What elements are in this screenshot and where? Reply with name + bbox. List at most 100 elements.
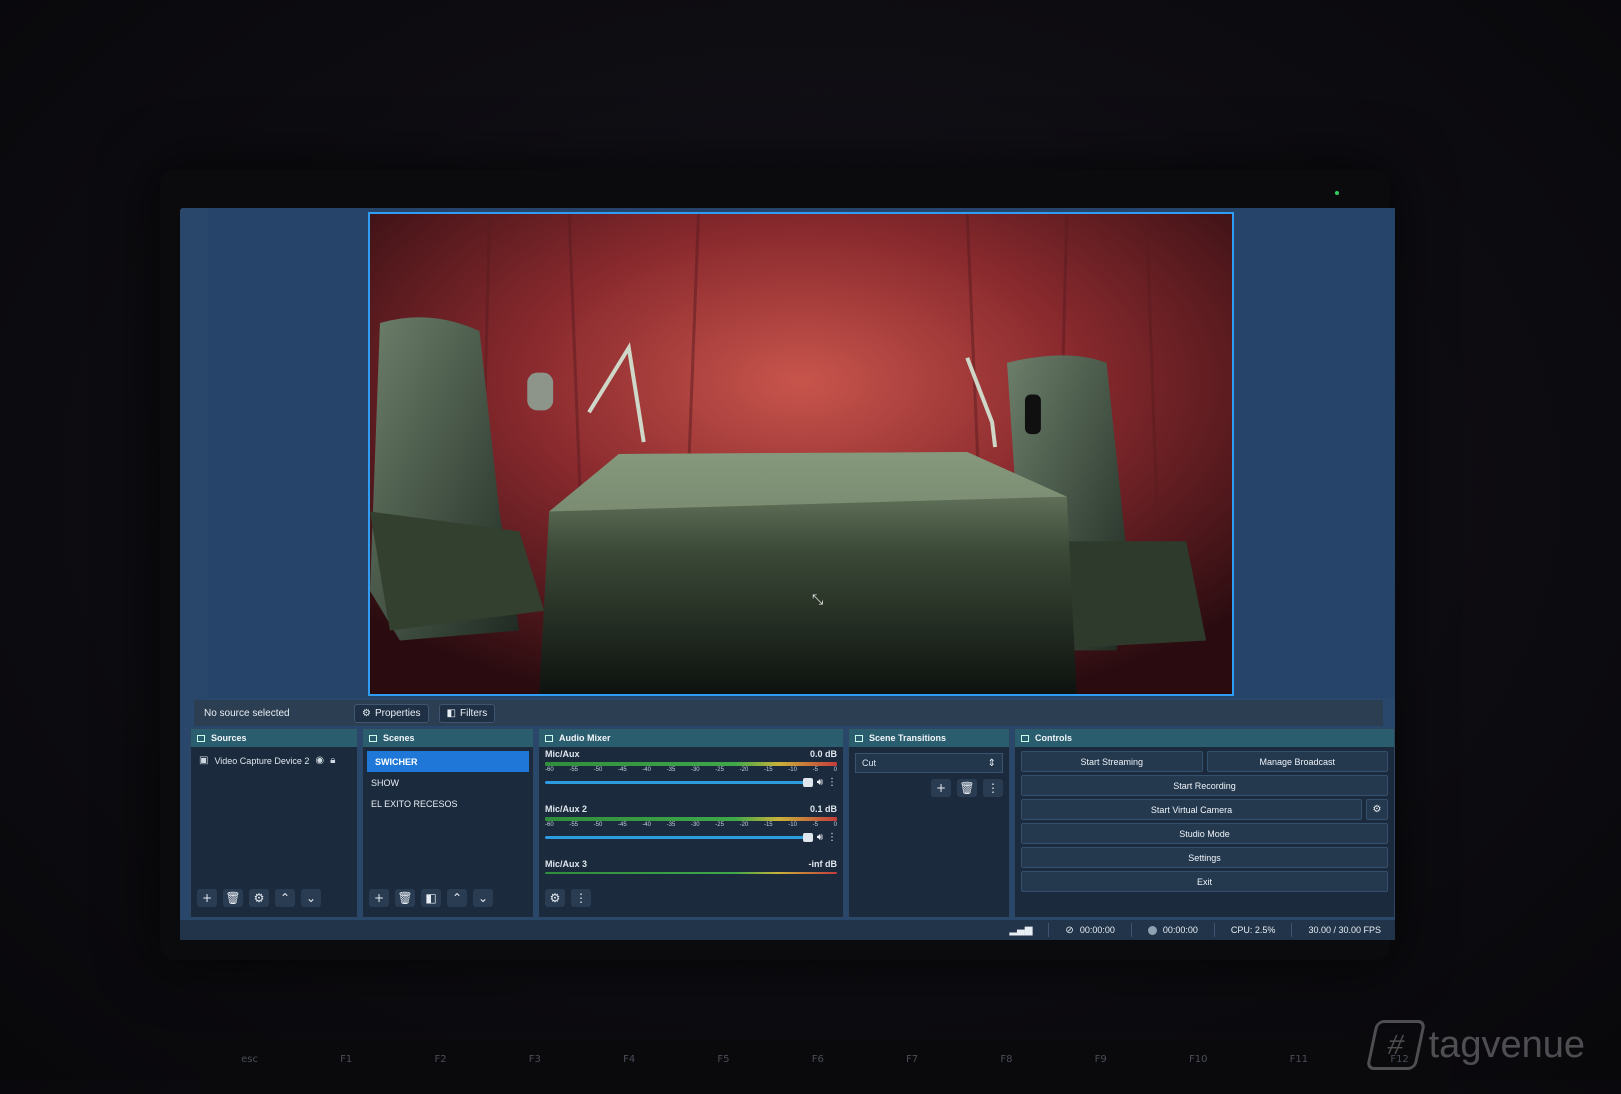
more-options-icon[interactable]: ⋮ [827,777,837,788]
resize-cursor-icon: ⤡ [812,592,824,608]
watermark-text: tagvenue [1428,1023,1585,1066]
undock-icon[interactable] [545,734,553,742]
add-source-button[interactable]: + [197,889,217,907]
properties-label: Properties [374,707,421,719]
volume-meter [545,762,837,766]
remove-transition-button[interactable]: 🗑︎ [957,779,977,797]
scene-filters-button[interactable]: ◧ [421,889,441,907]
scene-transitions-title: Scene Transitions [869,733,947,743]
tick-label: -15 [763,767,773,773]
gear-icon: ⚙ [1372,804,1382,815]
manage-broadcast-button[interactable]: Manage Broadcast [1206,751,1388,772]
filters-button[interactable]: ◧ Filters [438,703,496,723]
audio-mixer-dock: Audio Mixer Mic/Aux 0.0 dB -60 -55 -50 -… [538,728,844,918]
scene-item-el-exito-recesos[interactable]: EL EXITO RECESOS [363,793,533,814]
move-source-up-button[interactable]: ⌃ [275,889,295,907]
remove-source-button[interactable]: 🗑︎ [223,889,243,907]
add-transition-button[interactable]: + [931,779,951,797]
settings-button[interactable]: Settings [1021,847,1388,868]
volume-slider[interactable] [545,778,813,787]
tick-label: -55 [569,767,578,773]
audio-mixer-title: Audio Mixer [559,733,611,743]
record-time: 00:00:00 [1162,925,1198,935]
stream-time: 00:00:00 [1079,925,1115,935]
source-properties-button[interactable]: ⚙ [249,889,269,907]
move-source-down-button[interactable]: ⌄ [301,889,321,907]
speaker-icon[interactable]: 🔊︎ [817,832,823,843]
studio-mode-button[interactable]: Studio Mode [1021,823,1388,844]
more-options-icon[interactable]: ⋮ [827,832,837,843]
tick-label: -10 [788,822,797,828]
controls-title: Controls [1035,733,1072,743]
tick-label: -20 [739,767,749,773]
lock-icon[interactable]: 🔒︎ [330,755,335,766]
channel-name: Mic/Aux [545,749,580,759]
properties-button[interactable]: ⚙ Properties [354,703,429,723]
start-virtual-camera-button[interactable]: Start Virtual Camera [1021,799,1362,820]
start-streaming-button[interactable]: Start Streaming [1021,751,1203,772]
exit-button[interactable]: Exit [1021,871,1388,892]
move-scene-up-button[interactable]: ⌃ [447,889,467,907]
filter-icon: ◧ [446,707,456,719]
tick-label: -50 [593,767,603,773]
divider [1213,923,1215,937]
eye-icon[interactable]: ◉ [315,755,324,766]
mixer-channel: Mic/Aux 3 -inf dB [539,857,843,874]
record-dot-icon [1147,925,1157,935]
tagvenue-watermark: # tagvenue [1365,1020,1585,1070]
volume-slider-handle[interactable] [802,778,813,787]
filters-label: Filters [460,707,488,719]
mixer-channel: Mic/Aux 0.0 dB -60 -55 -50 -45 -40 -35 -… [539,747,843,788]
transition-select[interactable]: Cut ⇕ [855,753,1003,773]
power-led [1335,191,1339,195]
scenes-dock: Scenes SWICHER SHOW EL EXITO RECESOS + 🗑… [362,728,534,918]
preview-area[interactable]: ⤡ [208,208,1395,698]
tick-label: -20 [739,822,749,828]
undock-icon[interactable] [855,734,863,742]
tick-label: -5 [812,767,818,773]
source-selection-status: No source selected [204,707,290,719]
tick-label: -45 [617,822,627,828]
advanced-audio-properties-button[interactable]: ⚙ [545,889,565,907]
scenes-toolbar: + 🗑︎ ◧ ⌃ ⌄ [369,889,493,907]
undock-icon[interactable] [197,734,205,742]
move-scene-down-button[interactable]: ⌄ [473,889,493,907]
undock-icon[interactable] [1021,734,1029,742]
tick-label: -50 [593,822,603,828]
volume-slider[interactable] [545,833,813,842]
tick-label: -60 [545,767,554,773]
key-f2: F2 [434,1054,447,1065]
stream-icon: ⊘ [1065,924,1074,936]
tick-label: -5 [812,822,818,828]
tick-label: -45 [617,767,627,773]
channel-level: 0.1 dB [809,804,837,814]
mixer-menu-button[interactable]: ⋮ [571,889,591,907]
keyboard-function-row: esc F1 F2 F3 F4 F5 F6 F7 F8 F9 F10 F11 F… [200,1040,1450,1094]
volume-meter [545,817,837,821]
cpu-usage: CPU: 2.5% [1230,925,1276,935]
tick-label: -25 [715,822,724,828]
scene-item-swicher[interactable]: SWICHER [367,751,529,772]
add-scene-button[interactable]: + [369,889,389,907]
key-f8: F8 [1000,1054,1013,1065]
tick-label: -40 [642,767,651,773]
fps-readout: 30.00 / 30.00 FPS [1308,925,1381,935]
transition-options-button[interactable]: ⋮ [983,779,1003,797]
channel-level: -inf dB [808,859,838,869]
tick-label: -35 [666,767,676,773]
key-f1: F1 [340,1054,353,1065]
undock-icon[interactable] [369,734,377,742]
virtual-camera-settings-button[interactable]: ⚙ [1366,799,1388,820]
scene-item-show[interactable]: SHOW [363,772,533,793]
volume-slider-handle[interactable] [802,833,813,842]
divider [1130,923,1132,937]
key-f11: F11 [1289,1054,1309,1065]
tick-label: -25 [715,767,724,773]
remove-scene-button[interactable]: 🗑︎ [395,889,415,907]
status-bar: ▂▄▆ ⊘ 00:00:00 00:00:00 CPU: 2.5% 30.00 … [180,920,1395,940]
start-recording-button[interactable]: Start Recording [1021,775,1388,796]
tick-label: -60 [545,822,554,828]
source-item[interactable]: ▣ Video Capture Device 2 ◉ 🔒︎ [191,747,357,774]
speaker-icon[interactable]: 🔊︎ [817,777,823,788]
video-preview[interactable]: ⤡ [368,212,1234,696]
